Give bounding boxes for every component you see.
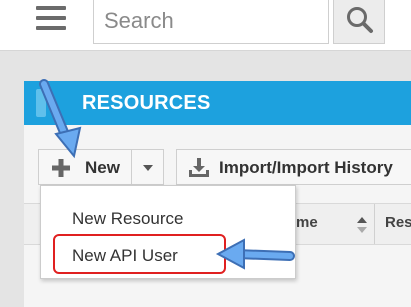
arrow-down-icon (39, 79, 82, 159)
plus-icon (52, 159, 70, 177)
search-button[interactable] (333, 0, 385, 44)
column-header-name[interactable]: me (296, 214, 318, 231)
menu-icon[interactable] (36, 6, 66, 34)
table-body (24, 284, 411, 307)
search-icon (347, 7, 373, 33)
import-icon (189, 158, 209, 177)
new-dropdown-toggle[interactable] (131, 149, 164, 185)
menu-item-new-resource[interactable]: New Resource (41, 202, 295, 236)
top-bar (0, 0, 411, 51)
new-button-label: New (85, 158, 120, 177)
sort-icon[interactable] (356, 216, 368, 234)
page-title: RESOURCES (82, 92, 211, 114)
search-input[interactable] (93, 0, 329, 44)
column-divider (374, 204, 375, 244)
import-history-label: Import/Import History (219, 158, 393, 177)
arrow-left-icon (215, 238, 295, 270)
caret-down-icon (143, 165, 153, 171)
import-history-button[interactable]: Import/Import History (176, 149, 411, 185)
highlight-box (53, 234, 226, 274)
column-header-resource[interactable]: Res (385, 214, 411, 231)
